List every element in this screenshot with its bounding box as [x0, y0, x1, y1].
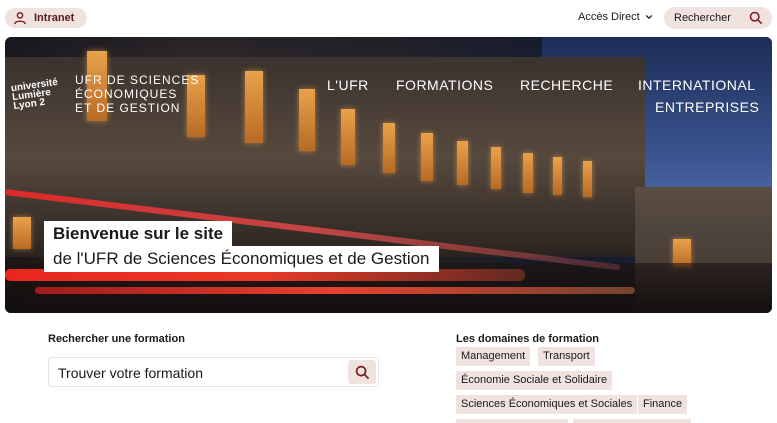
chevron-down-icon: [645, 14, 653, 20]
welcome-subtitle: de l'UFR de Sciences Économiques et de G…: [44, 246, 439, 272]
top-bar: Intranet Accès Direct Rechercher: [0, 0, 777, 36]
ufr-name-line: ÉCONOMIQUES: [75, 87, 178, 101]
search-icon: [749, 11, 763, 25]
lit-window: [583, 161, 592, 197]
lit-window: [553, 157, 562, 195]
nav-item-ufr[interactable]: L'UFR: [327, 77, 369, 93]
nav-item-international[interactable]: INTERNATIONAL: [638, 77, 755, 93]
domain-tag-transport[interactable]: Transport: [538, 347, 595, 366]
domain-tag-finance[interactable]: Finance: [638, 395, 688, 414]
formation-search-title: Rechercher une formation: [48, 333, 185, 345]
university-logo[interactable]: université Lumière Lyon 2: [10, 77, 61, 112]
ufr-name-line: UFR DE SCIENCES: [75, 73, 200, 87]
lit-window: [491, 147, 501, 189]
hero-banner: université Lumière Lyon 2 UFR DE SCIENCE…: [5, 37, 772, 313]
domains-title: Les domaines de formation: [456, 333, 600, 345]
light-streak: [35, 287, 635, 294]
acces-direct-dropdown[interactable]: Accès Direct: [578, 11, 653, 23]
domain-tag-partial[interactable]: [456, 419, 568, 423]
intranet-label: Intranet: [34, 12, 75, 24]
logo-text: université Lumière Lyon 2: [10, 77, 61, 112]
domain-tag-ses[interactable]: Sciences Économiques et Sociales: [456, 395, 638, 414]
lit-window: [299, 89, 315, 151]
domain-tag-management[interactable]: Management: [456, 347, 531, 366]
formation-search-box: [48, 357, 379, 387]
lit-window: [421, 133, 433, 181]
search-icon: [355, 365, 369, 379]
lit-window: [13, 217, 31, 249]
lit-window: [383, 123, 395, 173]
acces-direct-label: Accès Direct: [578, 11, 640, 23]
lit-window: [523, 153, 533, 193]
nav-item-formations[interactable]: FORMATIONS: [396, 77, 493, 93]
lit-window: [457, 141, 468, 185]
ufr-name-line: ET DE GESTION: [75, 101, 181, 115]
intranet-button[interactable]: Intranet: [5, 8, 87, 28]
user-icon: [14, 12, 26, 25]
lit-window: [341, 109, 355, 165]
nav-item-entreprises[interactable]: ENTREPRISES: [655, 99, 759, 115]
ufr-name: UFR DE SCIENCES ÉCONOMIQUES ET DE GESTIO…: [75, 73, 199, 115]
top-search-button[interactable]: Rechercher: [664, 7, 772, 29]
top-search-label: Rechercher: [674, 12, 731, 24]
welcome-title: Bienvenue sur le site: [44, 221, 233, 247]
formation-search-button[interactable]: [348, 360, 376, 384]
nav-item-recherche[interactable]: RECHERCHE: [520, 77, 613, 93]
domain-tag-ess[interactable]: Économie Sociale et Solidaire: [456, 371, 613, 390]
domain-tag-partial[interactable]: [573, 419, 691, 423]
lit-window: [245, 71, 263, 143]
formation-search-input[interactable]: [58, 363, 338, 383]
